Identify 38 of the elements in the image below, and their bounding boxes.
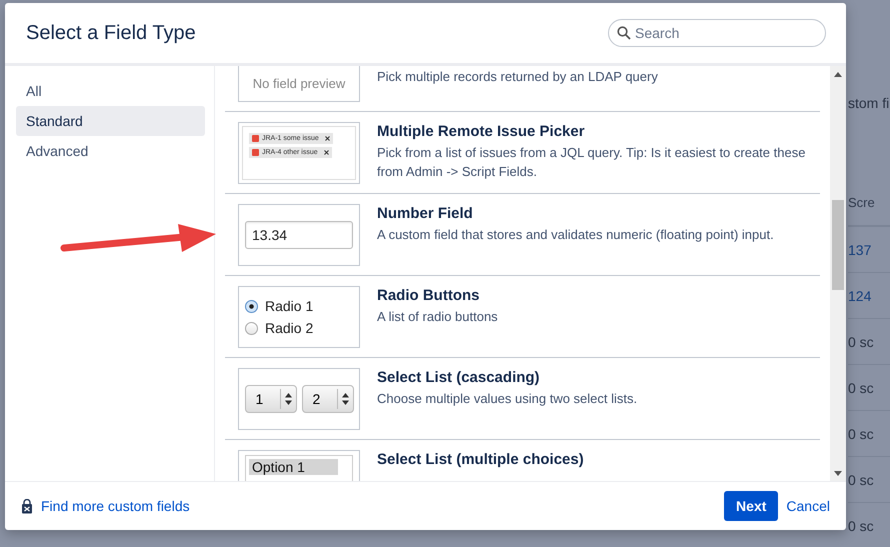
scroll-thumb[interactable] — [832, 200, 844, 290]
remove-icon — [324, 136, 330, 141]
scroll-down-icon[interactable] — [834, 470, 842, 476]
scrollbar[interactable] — [830, 66, 846, 481]
sidebar-item[interactable]: All — [16, 76, 205, 106]
page-heading: stom fi — [848, 95, 890, 113]
field-type-description: A custom field that stores and validates numeric (floating point) input. — [377, 226, 775, 244]
no-preview-text: No field preview — [252, 76, 346, 91]
up-down-arrows-icon — [284, 393, 292, 405]
sidebar-item[interactable]: Standard — [16, 106, 205, 136]
table-cell: 0 sc — [848, 380, 874, 396]
field-type-title[interactable]: Select List (cascading) — [377, 368, 820, 388]
field-type-description: Pick multiple records returned by an LDAP query — [377, 68, 659, 86]
field-type-description: Pick from a list of issues from a JQL query. Tip: Is it easiest to create these from Admin -> Script Fields. — [377, 144, 806, 181]
table-cell: 0 sc — [848, 334, 874, 350]
find-more-link[interactable]: Find more custom fields — [21, 498, 190, 514]
table-cell: 0 sc — [848, 426, 874, 442]
multi-select-list: Option 1 — [245, 455, 353, 481]
radio-label: Radio 2 — [265, 320, 314, 336]
field-type-title[interactable]: Number Field — [377, 204, 820, 224]
search-field[interactable]: Search — [608, 19, 826, 47]
cancel-link[interactable]: Cancel — [786, 498, 830, 514]
field-type-description: A list of radio buttons — [377, 308, 499, 326]
field-type-description: Choose multiple values using two select lists. — [377, 390, 638, 408]
next-button[interactable]: Next — [724, 491, 778, 521]
sidebar-item[interactable]: Advanced — [16, 136, 205, 166]
field-type-title[interactable]: Radio Buttons — [377, 286, 820, 306]
field-type-title[interactable]: Select List (multiple choices) — [377, 450, 820, 470]
column-header: Scre — [848, 195, 890, 227]
scroll-up-icon[interactable] — [834, 72, 842, 76]
search-icon — [617, 26, 631, 40]
table-cell: 0 sc — [848, 518, 874, 534]
dialog-title: Select a Field Type — [26, 22, 196, 44]
radio-label: Radio 1 — [265, 298, 314, 314]
table-cell: 0 sc — [848, 472, 874, 488]
remove-icon — [324, 150, 329, 155]
up-down-arrows-icon — [342, 393, 348, 405]
field-type-title[interactable]: Multiple Remote Issue Picker — [377, 122, 820, 142]
